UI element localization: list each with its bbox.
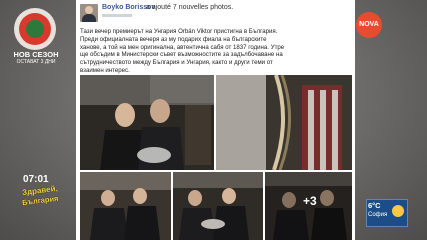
sun-icon xyxy=(392,205,404,217)
post-photo-2[interactable] xyxy=(216,75,352,170)
show-logo-core xyxy=(26,20,44,38)
more-photos-count[interactable]: +3 xyxy=(303,194,317,208)
weather-city: София xyxy=(368,212,388,218)
season-title: НОВ СЕЗОН xyxy=(13,50,59,59)
weather-temperature: 6°C xyxy=(368,201,381,210)
season-subtitle: ОСТАВАТ 3 ДНИ xyxy=(16,59,56,65)
post-header: Boyko Borissov a ajouté 7 nouvelles phot… xyxy=(76,0,355,26)
post-text-line: взаимен интерес. xyxy=(80,66,130,74)
photo-3-image xyxy=(80,172,171,240)
post-timestamp-placeholder xyxy=(102,14,132,17)
post-photo-4[interactable] xyxy=(173,172,263,240)
post-text-line: сътрудничеството между България и Унгари… xyxy=(80,59,273,67)
facebook-post: Boyko Borissov a ajouté 7 nouvelles phot… xyxy=(76,0,355,240)
post-photo-1[interactable] xyxy=(80,75,214,170)
post-text: Тази вечер премиерът на Унгария Orbán Vi… xyxy=(80,28,352,75)
show-logo-icon xyxy=(14,8,56,50)
post-text-line: ще обсъдим в Министерски съвет възможнос… xyxy=(80,51,283,59)
post-photo-3[interactable] xyxy=(80,172,171,240)
post-photo-5[interactable]: +3 xyxy=(265,172,352,240)
post-action: a ajouté 7 nouvelles photos. xyxy=(146,4,234,11)
photo-2-image xyxy=(216,75,352,170)
clock-time: 07:01 xyxy=(23,174,49,185)
post-text-line: Тази вечер премиерът на Унгария Orbán Vi… xyxy=(80,28,278,35)
author-avatar[interactable] xyxy=(80,4,98,22)
photo-1-image xyxy=(80,75,214,170)
post-text-line: ханове, а той на мен оригинална, автенти… xyxy=(80,43,285,51)
post-text-line: Преди официалната вечеря аз му подарих ф… xyxy=(80,35,267,43)
nova-logo-icon: NOVA xyxy=(356,12,382,38)
photo-4-image xyxy=(173,172,263,240)
